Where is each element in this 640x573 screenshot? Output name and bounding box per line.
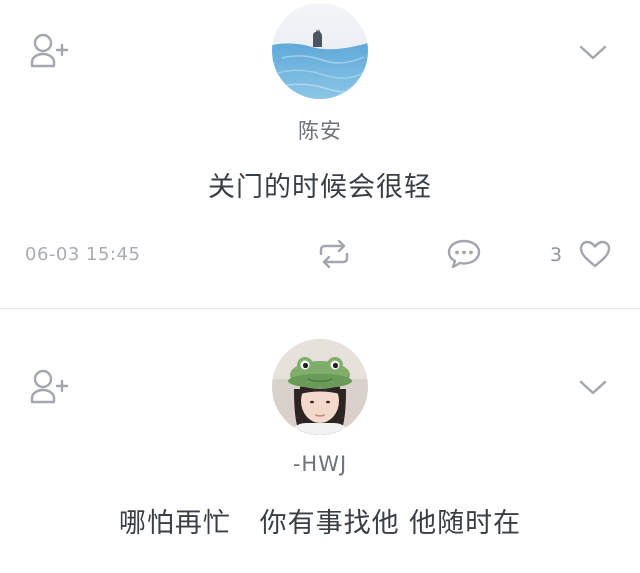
post-card: 陈安 关门的时候会很轻 06-03 15:45 3 bbox=[0, 0, 640, 308]
avatar[interactable] bbox=[272, 339, 368, 435]
repost-icon bbox=[319, 239, 349, 269]
post-text: 哪怕再忙 你有事找他 他随时在 bbox=[118, 508, 522, 539]
repost-button[interactable] bbox=[315, 236, 353, 272]
chevron-down-icon bbox=[579, 45, 607, 60]
chevron-down-icon bbox=[579, 380, 607, 395]
like-count: 3 bbox=[550, 244, 563, 266]
sea-cat-avatar bbox=[272, 3, 368, 99]
post-card: -HWJ 哪怕再忙 你有事找他 他随时在 bbox=[0, 309, 640, 573]
post-text: 关门的时候会很轻 bbox=[208, 172, 432, 203]
more-options-button[interactable] bbox=[576, 38, 610, 68]
add-user-icon bbox=[30, 33, 69, 68]
add-user-icon bbox=[30, 369, 69, 404]
follow-button[interactable] bbox=[28, 367, 70, 407]
timestamp: 06-03 15:45 bbox=[25, 244, 141, 265]
comment-button[interactable] bbox=[444, 236, 484, 272]
avatar[interactable] bbox=[272, 3, 368, 99]
follow-button[interactable] bbox=[28, 31, 70, 71]
girl-frog-hat-avatar bbox=[272, 339, 368, 435]
feed: 陈安 关门的时候会很轻 06-03 15:45 3 -HWJ 哪怕再忙 你有事找… bbox=[0, 0, 640, 573]
comment-icon bbox=[447, 239, 481, 269]
heart-icon bbox=[579, 240, 611, 268]
username[interactable]: -HWJ bbox=[0, 452, 640, 476]
like-button[interactable] bbox=[575, 236, 615, 272]
more-options-button[interactable] bbox=[576, 373, 610, 403]
username[interactable]: 陈安 bbox=[0, 115, 640, 145]
